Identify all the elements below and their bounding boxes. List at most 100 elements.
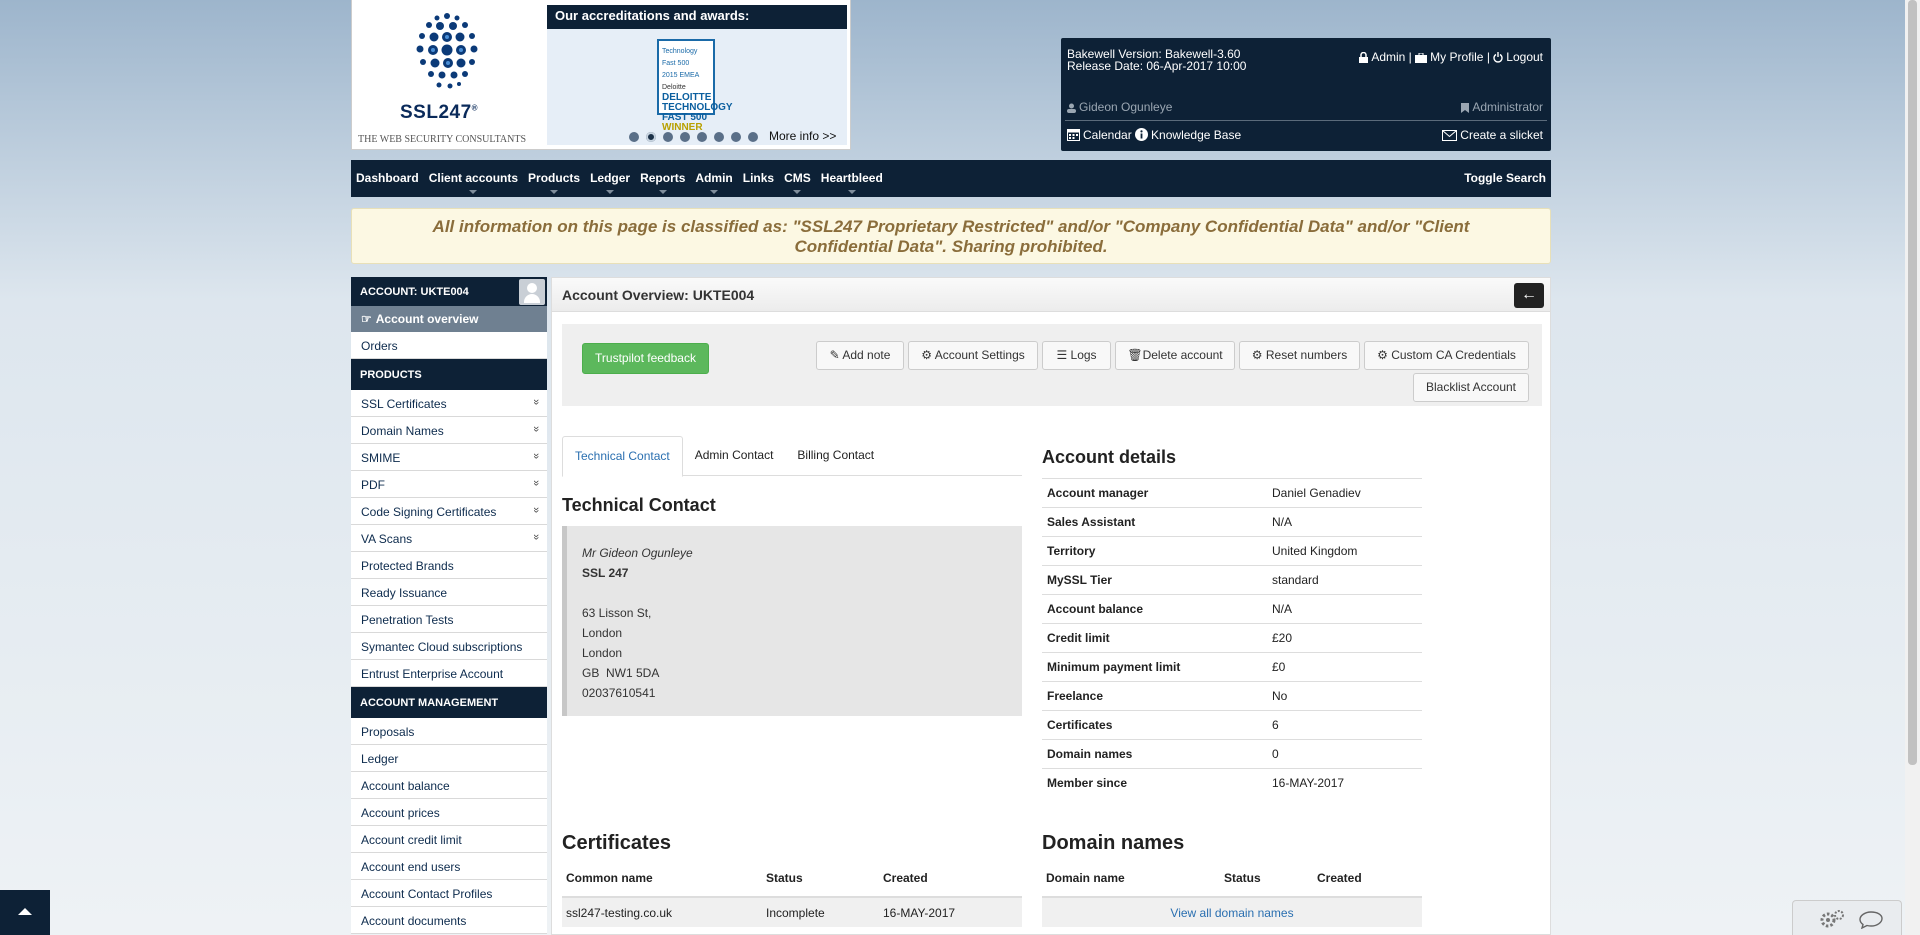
carousel-dot[interactable]	[646, 132, 656, 142]
domain-names-heading: Domain names	[1042, 832, 1185, 854]
logs-button[interactable]: ☰ Logs	[1042, 341, 1111, 370]
carousel-dot[interactable]	[663, 132, 673, 142]
column-header[interactable]: Domain name	[1042, 863, 1220, 898]
nav-item-client-accounts[interactable]: Client accounts	[424, 160, 523, 197]
toggle-search-button[interactable]: Toggle Search	[1459, 160, 1551, 197]
user-info-box: Bakewell Version: Bakewell-3.60 Release …	[1061, 38, 1551, 151]
detail-value: N/A	[1267, 594, 1422, 624]
trash-icon: 🗑	[1127, 348, 1143, 362]
sidebar-item-account-documents[interactable]: Account documents	[351, 907, 547, 934]
sidebar-item-account-credit-limit[interactable]: Account credit limit	[351, 826, 547, 853]
sidebar-item-ledger[interactable]: Ledger	[351, 745, 547, 772]
double-chevron-down-icon[interactable]: »	[530, 399, 542, 405]
account-settings-button[interactable]: ⚙ Account Settings	[908, 341, 1038, 370]
more-info-link[interactable]: More info >>	[769, 129, 836, 143]
carousel-dots	[629, 132, 758, 142]
column-header[interactable]: Created	[879, 863, 1022, 898]
contact-phone: 02037610541	[582, 686, 656, 700]
nav-item-links[interactable]: Links	[738, 160, 779, 197]
account-details-table: Account manager Daniel Genadiev Sales Assi…	[1042, 478, 1422, 798]
nav-item-ledger[interactable]: Ledger	[585, 160, 635, 197]
sidebar-item-domain-names[interactable]: Domain Names»	[351, 417, 547, 444]
table-row[interactable]: ssl247-testing.co.uk Incomplete 16-MAY-2…	[562, 896, 1022, 927]
sidebar-item-va-scans[interactable]: VA Scans»	[351, 525, 547, 552]
column-header[interactable]: Common name	[562, 863, 762, 898]
awards-title: Our accreditations and awards:	[547, 5, 847, 29]
double-chevron-down-icon[interactable]: »	[530, 480, 542, 486]
add-note-button[interactable]: ✎ Add note	[816, 341, 904, 370]
sidebar-item-symantec-cloud-subscriptions[interactable]: Symantec Cloud subscriptions	[351, 633, 547, 660]
nav-item-admin[interactable]: Admin	[690, 160, 737, 197]
sidebar-item-account-contact-profiles[interactable]: Account Contact Profiles	[351, 880, 547, 907]
calendar-link[interactable]: Calendar	[1067, 128, 1135, 142]
sidebar-item-ssl-certificates[interactable]: SSL Certificates»	[351, 390, 547, 417]
admin-link[interactable]: Admin	[1359, 50, 1408, 64]
avatar	[519, 279, 545, 305]
tab-technical-contact[interactable]: Technical Contact	[562, 436, 683, 477]
calendar-icon	[1067, 129, 1080, 141]
logo[interactable]: SSL247® THE WEB SECURITY CONSULTANTS	[352, 0, 547, 150]
carousel-dot[interactable]	[629, 132, 639, 142]
sidebar-item-account-balance[interactable]: Account balance	[351, 772, 547, 799]
tab-admin-contact[interactable]: Admin Contact	[683, 436, 786, 475]
back-button[interactable]: ←	[1514, 283, 1544, 308]
sidebar-item-protected-brands[interactable]: Protected Brands	[351, 552, 547, 579]
settings-gears-icon[interactable]	[1819, 909, 1845, 929]
contact-heading: Technical Contact	[562, 495, 716, 515]
create-slicket-link[interactable]: Create a slicket	[1442, 128, 1543, 142]
carousel-dot[interactable]	[731, 132, 741, 142]
nav-item-dashboard[interactable]: Dashboard	[351, 160, 424, 197]
carousel-dot[interactable]	[680, 132, 690, 142]
scrollbar[interactable]	[1905, 0, 1920, 935]
trustpilot-feedback-button[interactable]: Trustpilot feedback	[582, 343, 709, 374]
sidebar-item-entrust-enterprise-account[interactable]: Entrust Enterprise Account	[351, 660, 547, 687]
double-chevron-down-icon[interactable]: »	[530, 453, 542, 459]
sidebar-item-penetration-tests[interactable]: Penetration Tests	[351, 606, 547, 633]
table-row: Credit limit £20	[1042, 623, 1422, 653]
double-chevron-down-icon[interactable]: »	[530, 426, 542, 432]
sidebar-item-smime[interactable]: SMIME»	[351, 444, 547, 471]
delete-account-button[interactable]: 🗑Delete account	[1115, 341, 1235, 370]
sidebar-item-pdf[interactable]: PDF»	[351, 471, 547, 498]
nav-item-products[interactable]: Products	[523, 160, 585, 197]
carousel-dot[interactable]	[714, 132, 724, 142]
nav-item-reports[interactable]: Reports	[635, 160, 690, 197]
detail-value: 6	[1267, 710, 1422, 740]
sidebar-item-ready-issuance[interactable]: Ready Issuance	[351, 579, 547, 606]
sidebar-item-code-signing-certificates[interactable]: Code Signing Certificates»	[351, 498, 547, 525]
tab-billing-contact[interactable]: Billing Contact	[785, 436, 886, 475]
sidebar-item-account-end-users[interactable]: Account end users	[351, 853, 547, 880]
chat-bubble-icon[interactable]	[1859, 911, 1883, 929]
carousel-dot[interactable]	[697, 132, 707, 142]
release-date: Release Date: 06-Apr-2017 10:00	[1067, 59, 1247, 73]
my-profile-link[interactable]: My Profile	[1415, 50, 1487, 64]
deloitte-award-badge[interactable]: Technology Fast 500 2015 EMEA Deloitte D…	[657, 39, 733, 133]
nav-item-cms[interactable]: CMS	[779, 160, 816, 197]
sidebar-item-account-overview[interactable]: ☞ Account overview	[351, 306, 547, 332]
nav-item-heartbleed[interactable]: Heartbleed	[816, 160, 888, 197]
knowledge-base-link[interactable]: Knowledge Base	[1135, 128, 1241, 142]
column-header[interactable]: Status	[762, 863, 879, 898]
top-links: Admin | My Profile | Logout	[1359, 50, 1543, 64]
double-chevron-down-icon[interactable]: »	[530, 534, 542, 540]
reset-numbers-button[interactable]: ⚙ Reset numbers	[1239, 341, 1360, 370]
ssl247-globe-icon	[416, 13, 478, 89]
double-chevron-down-icon[interactable]: »	[530, 507, 542, 513]
table-header-row: Domain name Status Created	[1042, 863, 1422, 898]
custom-ca-credentials-button[interactable]: ⚙ Custom CA Credentials	[1364, 341, 1529, 370]
logout-link[interactable]: Logout	[1493, 50, 1543, 64]
column-header[interactable]: Created	[1313, 863, 1422, 898]
carousel-dot[interactable]	[748, 132, 758, 142]
cert-common-name[interactable]: ssl247-testing.co.uk	[562, 896, 762, 927]
sidebar-item-proposals[interactable]: Proposals	[351, 718, 547, 745]
table-header-row: Common name Status Created	[562, 863, 1022, 898]
scrollbar-thumb[interactable]	[1908, 0, 1917, 765]
gear-icon: ⚙	[1377, 348, 1392, 362]
sidebar-item-orders[interactable]: Orders	[351, 332, 547, 359]
column-header[interactable]: Status	[1220, 863, 1313, 898]
blacklist-account-button[interactable]: Blacklist Account	[1413, 373, 1529, 402]
domain-names-table: Domain name Status Created View all doma…	[1042, 863, 1422, 927]
sidebar-item-account-prices[interactable]: Account prices	[351, 799, 547, 826]
scroll-to-top-button[interactable]	[0, 890, 50, 935]
view-all-domain-names-link[interactable]: View all domain names	[1042, 896, 1422, 927]
